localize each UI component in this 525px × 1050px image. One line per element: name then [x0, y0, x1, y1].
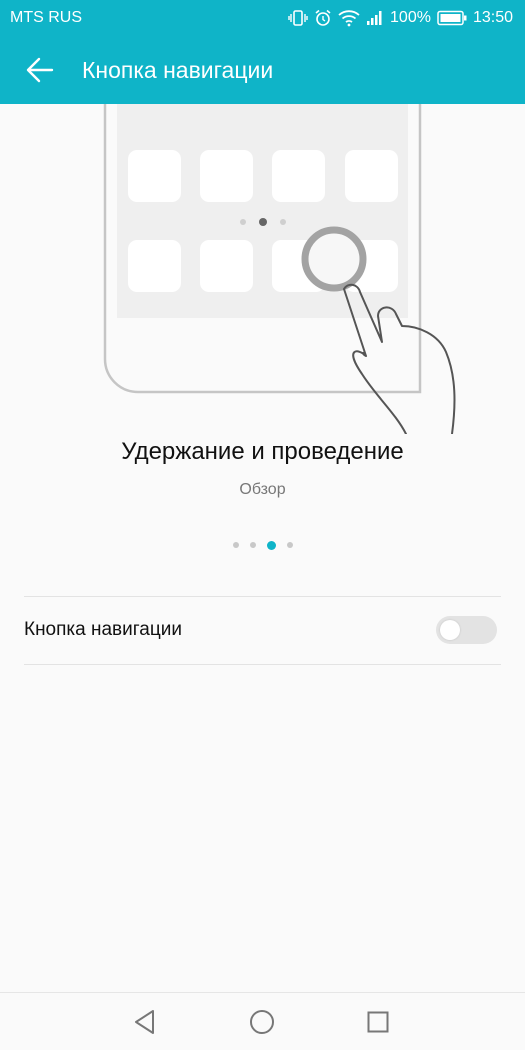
page-indicator	[0, 539, 525, 551]
status-time: 13:50	[472, 9, 513, 26]
status-icons: 100% 13:50	[288, 6, 513, 30]
system-nav-bar	[0, 992, 525, 1050]
gesture-title: Удержание и проведение	[121, 438, 404, 465]
nav-recents-button[interactable]	[361, 1005, 395, 1039]
nav-back-button[interactable]	[128, 1005, 162, 1039]
home-circle-icon	[250, 1010, 274, 1034]
divider	[24, 664, 501, 665]
nav-button-setting-row[interactable]: Кнопка навигации	[0, 597, 525, 664]
vibrate-icon	[288, 9, 308, 27]
page-dot-active[interactable]	[266, 540, 276, 550]
signal-icon	[366, 10, 384, 26]
wifi-icon	[338, 9, 360, 27]
page-dot[interactable]	[249, 542, 256, 548]
status-bar: MTS RUS 100% 13:50	[0, 0, 525, 36]
back-button[interactable]	[20, 50, 60, 90]
page-dot[interactable]	[286, 542, 293, 548]
gesture-illustration	[103, 104, 456, 434]
battery-percent: 100%	[390, 9, 431, 26]
carrier-name: MTS RUS	[10, 9, 82, 26]
recents-square-icon	[367, 1011, 389, 1033]
page-dot[interactable]	[232, 542, 239, 548]
nav-home-button[interactable]	[245, 1005, 279, 1039]
gesture-subtitle: Обзор	[239, 481, 286, 498]
page-title: Кнопка навигации	[82, 57, 274, 83]
arrow-back-icon	[26, 57, 54, 83]
nav-button-setting-label: Кнопка навигации	[24, 619, 182, 640]
app-bar: Кнопка навигации	[0, 36, 525, 104]
battery-icon	[437, 10, 467, 26]
back-triangle-icon	[135, 1010, 154, 1034]
toggle-knob	[440, 620, 460, 640]
nav-button-toggle[interactable]	[436, 616, 497, 644]
alarm-icon	[314, 9, 332, 27]
